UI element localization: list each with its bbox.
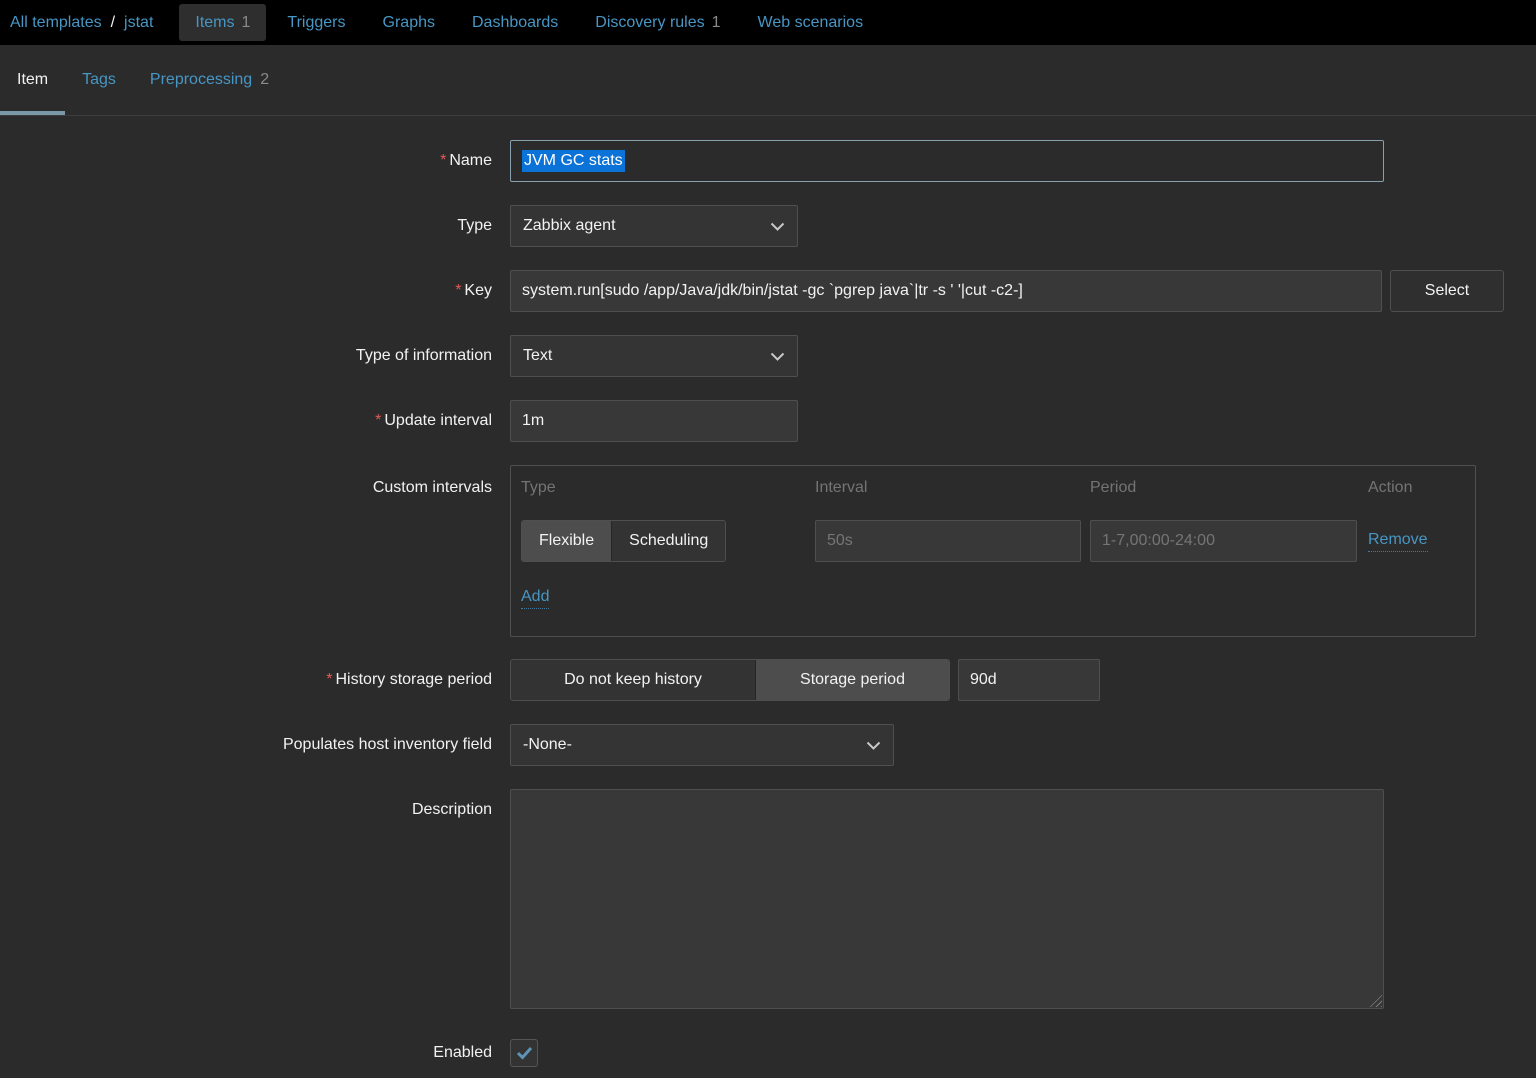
type-of-information-label: Type of information: [0, 335, 510, 377]
type-select[interactable]: Zabbix agent: [510, 205, 798, 247]
nav-item-web-scenarios[interactable]: Web scenarios: [742, 4, 880, 41]
period-input[interactable]: [1090, 520, 1357, 562]
update-interval-label: *Update interval: [0, 400, 510, 442]
custom-intervals-action-header: Action: [1368, 479, 1463, 520]
type-of-information-select-value: Text: [523, 347, 552, 365]
custom-intervals-label: Custom intervals: [0, 465, 510, 498]
interval-type-cell: Flexible Scheduling: [521, 520, 815, 562]
type-label: Type: [0, 205, 510, 247]
description-textarea[interactable]: [510, 789, 1384, 1009]
interval-cell: [815, 520, 1090, 562]
required-asterisk: *: [440, 152, 446, 169]
key-row: *Key Select: [0, 270, 1536, 312]
history-storage-input[interactable]: [958, 659, 1100, 701]
custom-intervals-period-header: Period: [1090, 479, 1368, 520]
chevron-down-icon: [866, 741, 881, 750]
custom-intervals-box: Type Interval Period Action Flexible Sch…: [510, 465, 1476, 637]
name-input[interactable]: JVM GC stats: [510, 140, 1384, 182]
nav-item-items-count: 1: [242, 14, 251, 32]
populates-host-inventory-label: Populates host inventory field: [0, 724, 510, 766]
required-asterisk: *: [326, 671, 332, 688]
tab-tags-label: Tags: [82, 71, 116, 89]
nav-item-triggers[interactable]: Triggers: [271, 4, 361, 41]
nav-item-dashboards[interactable]: Dashboards: [456, 4, 574, 41]
description-label: Description: [0, 789, 510, 820]
tab-tags[interactable]: Tags: [65, 45, 133, 115]
nav-item-discovery-rules-count: 1: [712, 14, 721, 32]
interval-type-segmented-control: Flexible Scheduling: [521, 520, 726, 562]
breadcrumb-separator: /: [111, 14, 115, 32]
description-row: Description: [0, 789, 1536, 1009]
interval-input[interactable]: [815, 520, 1081, 562]
tab-item-label: Item: [17, 71, 48, 89]
chevron-down-icon: [770, 352, 785, 361]
period-cell: [1090, 520, 1368, 562]
action-cell: Remove: [1368, 530, 1463, 552]
enabled-checkbox[interactable]: [510, 1039, 538, 1067]
history-storage-period-row: *History storage period Do not keep hist…: [0, 659, 1536, 701]
type-select-value: Zabbix agent: [523, 217, 616, 235]
history-storage-segmented-control: Do not keep history Storage period: [510, 659, 950, 701]
nav-item-triggers-label: Triggers: [287, 14, 345, 32]
remove-link[interactable]: Remove: [1368, 530, 1428, 552]
template-section-menu: Items 1 Triggers Graphs Dashboards Disco…: [179, 0, 884, 45]
key-input[interactable]: [510, 270, 1382, 312]
key-label: *Key: [0, 270, 510, 312]
tab-preprocessing-count: 2: [260, 71, 269, 89]
enabled-label: Enabled: [0, 1039, 510, 1067]
nav-item-items[interactable]: Items 1: [179, 4, 266, 41]
custom-intervals-row: Custom intervals Type Interval Period Ac…: [0, 465, 1536, 637]
tab-item[interactable]: Item: [0, 45, 65, 115]
add-link[interactable]: Add: [521, 587, 549, 609]
required-asterisk: *: [455, 282, 461, 299]
type-row: Type Zabbix agent: [0, 205, 1536, 247]
nav-item-dashboards-label: Dashboards: [472, 14, 558, 32]
tab-preprocessing-label: Preprocessing: [150, 71, 252, 89]
breadcrumb-all-templates-link[interactable]: All templates: [10, 14, 102, 32]
custom-intervals-interval-header: Interval: [815, 479, 1090, 520]
select-button[interactable]: Select: [1390, 270, 1504, 312]
check-icon: [516, 1046, 533, 1060]
type-of-information-select[interactable]: Text: [510, 335, 798, 377]
update-interval-row: *Update interval: [0, 400, 1536, 442]
enabled-row: Enabled: [0, 1039, 1536, 1067]
name-selected-text: JVM GC stats: [522, 150, 625, 172]
history-storage-period-label: *History storage period: [0, 659, 510, 701]
populates-host-inventory-select-value: -None-: [523, 736, 572, 754]
scheduling-button[interactable]: Scheduling: [611, 521, 725, 561]
storage-period-button[interactable]: Storage period: [755, 660, 949, 700]
type-of-information-row: Type of information Text: [0, 335, 1536, 377]
top-navigation: All templates / jstat Items 1 Triggers G…: [0, 0, 1536, 45]
tab-preprocessing[interactable]: Preprocessing 2: [133, 45, 286, 115]
nav-item-web-scenarios-label: Web scenarios: [758, 14, 864, 32]
nav-item-items-label: Items: [195, 14, 234, 32]
nav-item-discovery-rules-label: Discovery rules: [595, 14, 704, 32]
flexible-button[interactable]: Flexible: [522, 521, 611, 561]
custom-intervals-type-header: Type: [521, 479, 815, 520]
populates-host-inventory-select[interactable]: -None-: [510, 724, 894, 766]
required-asterisk: *: [375, 412, 381, 429]
name-row: *Name JVM GC stats: [0, 140, 1536, 182]
populates-host-inventory-row: Populates host inventory field -None-: [0, 724, 1536, 766]
breadcrumb-jstat-link[interactable]: jstat: [124, 14, 153, 32]
do-not-keep-history-button[interactable]: Do not keep history: [511, 660, 755, 700]
breadcrumb: All templates / jstat: [10, 14, 153, 32]
item-form: *Name JVM GC stats Type Zabbix agent *Ke…: [0, 116, 1536, 1067]
nav-item-discovery-rules[interactable]: Discovery rules 1: [579, 4, 736, 41]
item-tab-bar: Item Tags Preprocessing 2: [0, 45, 1536, 116]
chevron-down-icon: [770, 222, 785, 231]
nav-item-graphs-label: Graphs: [383, 14, 435, 32]
name-label: *Name: [0, 140, 510, 182]
update-interval-input[interactable]: [510, 400, 798, 442]
nav-item-graphs[interactable]: Graphs: [367, 4, 451, 41]
